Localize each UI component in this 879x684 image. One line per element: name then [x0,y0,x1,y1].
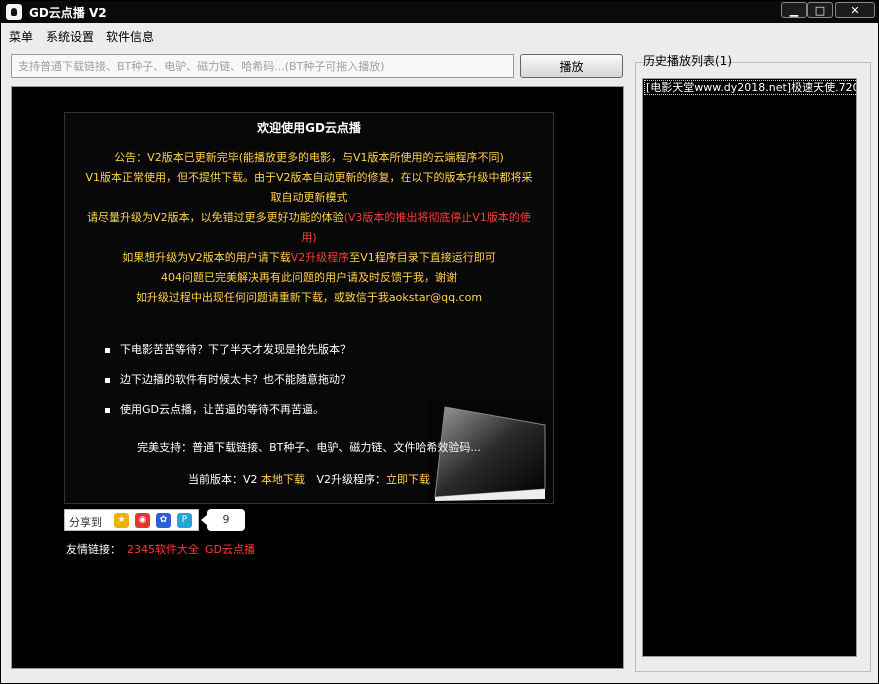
window-title: GD云点播 V2 [29,6,107,20]
notice-line: 用) [301,231,317,244]
friend-links: 友情链接： 2345软件大全 GD云点播 [66,543,255,556]
app-logo-icon [6,4,22,20]
local-download-link[interactable]: 本地下载 [261,473,305,486]
feature-bullet: 使用GD云点播，让苦逼的等待不再苦逼。 [105,401,324,417]
history-list[interactable]: [电影天堂www.dy2018.net]极速天使.720 [642,78,857,657]
title-bar[interactable]: GD云点播 V2 ▁ □ ✕ [1,1,878,23]
welcome-title: 欢迎使用GD云点播 [257,121,361,135]
notice-line: 404问题已完美解决再有此问题的用户请及时反馈于我，谢谢 [161,271,457,284]
menu-bar: 菜单 系统设置 软件信息 [1,25,878,45]
menu-item-settings[interactable]: 系统设置 [46,28,94,45]
history-title: 历史播放列表(1) [643,54,732,68]
link-2345[interactable]: 2345软件大全 [127,543,199,556]
welcome-panel: 欢迎使用GD云点播 公告：V2版本已更新完毕(能播放更多的电影，与V1版本所使用… [64,112,554,504]
share-count: 9 [201,509,245,531]
url-input[interactable] [11,54,514,78]
upgrade-download-link[interactable]: 立即下载 [386,473,430,486]
pengyou-icon[interactable]: P [177,513,192,528]
notice-line: 如升级过程中出现任何问题请重新下载，或致信于我aokstar@qq.com [135,291,483,304]
menu-item-about[interactable]: 软件信息 [106,28,154,45]
version-line: 当前版本：V2 本地下载 V2升级程序：立即下载 [187,473,431,486]
maximize-icon: □ [814,4,826,17]
baidu-icon[interactable]: ✿ [156,513,171,528]
app-window: GD云点播 V2 ▁ □ ✕ 菜单 系统设置 软件信息 播放 欢迎使用GD云点播… [0,0,879,684]
share-label: 分享到 [69,516,102,529]
list-item[interactable]: [电影天堂www.dy2018.net]极速天使.720 [644,80,856,95]
qzone-icon[interactable]: ★ [114,513,129,528]
notice-line: 如果想升级为V2版本的用户请下载V2升级程序至V1程序目录下直接运行即可 [122,251,496,264]
weibo-icon[interactable]: ◉ [135,513,150,528]
maximize-button[interactable]: □ [807,2,833,18]
notice-line: 取自动更新模式 [270,191,348,204]
notice-line: V1版本正常使用，但不提供下载。由于V2版本自动更新的修复，在以下的版本升级中都… [85,171,533,184]
feature-bullet: 边下边播的软件有时候太卡？也不能随意拖动？ [105,371,351,387]
play-button[interactable]: 播放 [520,54,623,78]
close-button[interactable]: ✕ [835,2,875,18]
close-icon: ✕ [850,4,860,17]
share-bar: 分享到 ★ ◉ ✿ P [64,509,199,531]
notice-line: 请尽量升级为V2版本，以免错过更多更好功能的体验(V3版本的推出将彻底停止V1版… [87,211,531,224]
feature-bullet: 下电影苦苦等待？下了半天才发现是抢先版本？ [105,341,351,357]
link-gd-cloud[interactable]: GD云点播 [205,543,255,556]
minimize-icon: ▁ [789,4,799,17]
menu-item-menu[interactable]: 菜单 [9,28,33,45]
upgrade-program-link[interactable]: V2升级程序 [291,251,350,264]
notice-line: 公告：V2版本已更新完毕(能播放更多的电影，与V1版本所使用的云端程序不同) [114,151,504,164]
support-text: 完美支持：普通下载链接、BT种子、电驴、磁力链、文件哈希效验码... [137,441,481,454]
minimize-button[interactable]: ▁ [781,2,807,18]
